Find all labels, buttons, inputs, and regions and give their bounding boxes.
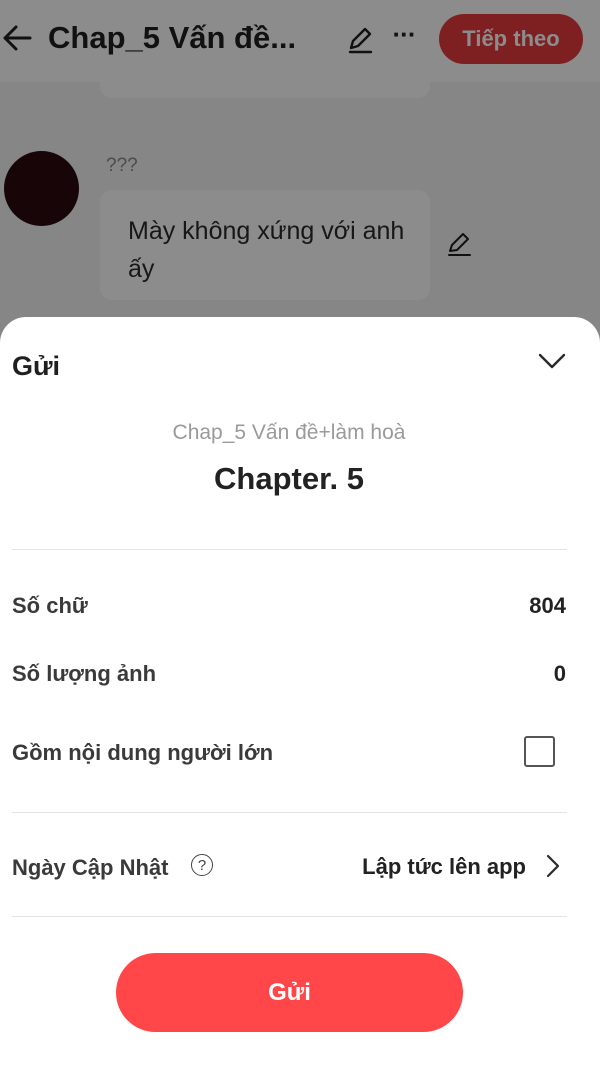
update-date-label: Ngày Cập Nhật — [12, 855, 169, 880]
submit-sheet: Gửi Chap_5 Vấn đề+làm hoà Chapter. 5 Số … — [0, 317, 600, 1067]
sheet-title: Gửi — [12, 351, 61, 381]
divider — [12, 812, 567, 813]
chapter-name: Chapter. 5 — [214, 461, 364, 496]
word-count-label: Số chữ — [12, 593, 88, 618]
adult-content-label: Gồm nội dung người lớn — [12, 740, 274, 765]
image-count-value: 0 — [553, 661, 566, 686]
image-count-label: Số lượng ảnh — [12, 661, 157, 686]
divider — [12, 916, 567, 917]
question-circle-icon[interactable]: ? — [191, 854, 213, 876]
update-date-value[interactable]: Lập tức lên app — [362, 854, 526, 880]
adult-content-checkbox[interactable] — [524, 736, 555, 767]
chevron-down-icon[interactable] — [532, 341, 572, 381]
word-count-value: 804 — [529, 593, 566, 618]
app-screen: Chap_5 Vấn đề... ··· Tiếp theo ??? Mày k… — [0, 0, 600, 1067]
divider — [12, 549, 567, 550]
submit-button[interactable]: Gửi — [116, 953, 463, 1032]
chapter-subtitle: Chap_5 Vấn đề+làm hoà — [172, 421, 406, 444]
chevron-right-icon[interactable] — [540, 852, 566, 880]
